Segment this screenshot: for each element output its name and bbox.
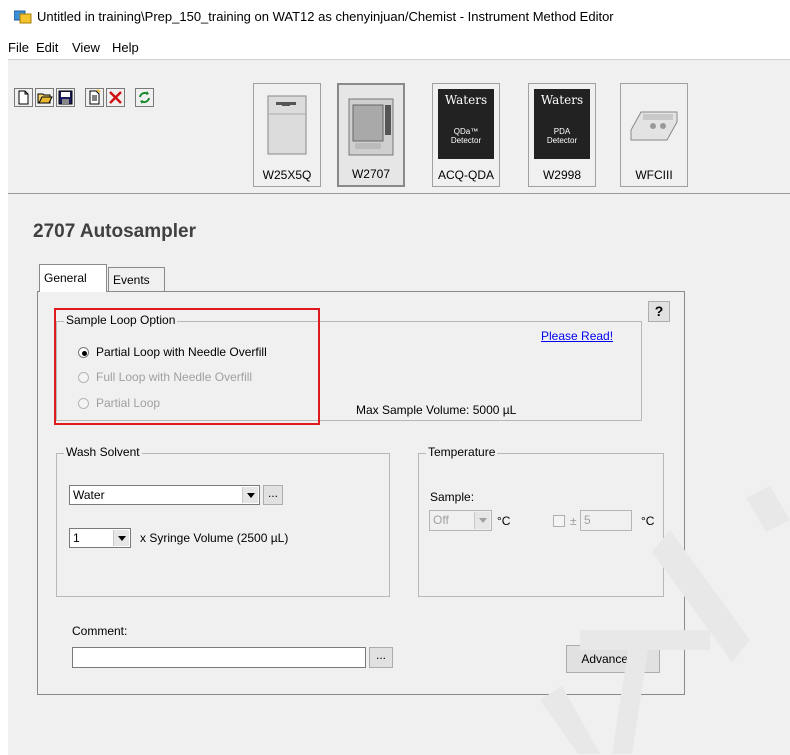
document-icon[interactable]	[85, 88, 104, 107]
comment-input[interactable]	[72, 647, 366, 668]
instrument-label: W25X5Q	[262, 168, 312, 182]
instrument-wfciii[interactable]: WFCIII	[620, 83, 688, 187]
detector-caption-1: PDA	[553, 127, 571, 136]
wash-solvent-select[interactable]: Water	[69, 485, 260, 505]
instrument-w2998[interactable]: Waters PDA Detector W2998	[528, 83, 596, 187]
instrument-label: W2707	[351, 167, 391, 181]
menu-view[interactable]: View	[72, 40, 100, 55]
waters-logo: Waters	[540, 93, 584, 107]
instrument-label: W2998	[542, 168, 582, 182]
instrument-w25x5q[interactable]: W25X5Q	[253, 83, 321, 187]
comment-label: Comment:	[72, 624, 128, 638]
detector-caption-2: Detector	[450, 136, 482, 145]
please-read-link[interactable]: Please Read!	[541, 329, 613, 343]
menu-file[interactable]: File	[8, 40, 29, 55]
app-icon	[13, 10, 32, 24]
pda-detector-image: Waters PDA Detector	[534, 89, 590, 159]
wash-solvent-legend: Wash Solvent	[64, 445, 142, 459]
help-button[interactable]: ?	[648, 301, 670, 322]
tolerance-checkbox[interactable]	[553, 515, 565, 527]
comment-browse-button[interactable]: ...	[369, 647, 393, 668]
temperature-legend: Temperature	[426, 445, 498, 459]
pump-image	[262, 90, 312, 158]
instrument-w2707[interactable]: W2707	[337, 83, 405, 187]
syringe-volume-label: x Syringe Volume (2500 µL)	[140, 531, 289, 545]
menu-edit[interactable]: Edit	[36, 40, 58, 55]
chevron-down-icon[interactable]	[242, 487, 258, 503]
instrument-label: WFCIII	[635, 168, 673, 182]
sample-temperature-value: Off	[433, 513, 449, 527]
advanced-button[interactable]: Advanced...	[566, 645, 660, 673]
wash-solvent-group	[56, 453, 390, 597]
syringe-multiplier-value: 1	[73, 531, 80, 545]
temperature-unit: °C	[497, 514, 511, 528]
fraction-collector-image	[629, 90, 679, 158]
refresh-icon[interactable]	[135, 88, 154, 107]
qda-detector-image: Waters QDa™ Detector	[438, 89, 494, 159]
tolerance-input[interactable]: 5	[580, 510, 632, 531]
sample-temperature-select[interactable]: Off	[429, 510, 492, 531]
tab-events[interactable]: Events	[108, 267, 165, 291]
wash-solvent-browse-button[interactable]: ...	[263, 485, 283, 505]
window-title: Untitled in training\Prep_150_training o…	[37, 9, 614, 24]
waters-logo: Waters	[444, 93, 488, 107]
tolerance-unit: °C	[641, 514, 655, 528]
chevron-down-icon[interactable]	[474, 512, 490, 529]
tab-general[interactable]: General	[39, 264, 107, 292]
syringe-multiplier-select[interactable]: 1	[69, 528, 131, 548]
delete-icon[interactable]	[106, 88, 125, 107]
tolerance-prefix: ±	[570, 514, 577, 528]
wash-solvent-value: Water	[73, 488, 105, 502]
detector-caption-1: QDa™	[453, 127, 479, 136]
detector-caption-2: Detector	[546, 136, 578, 145]
chevron-down-icon[interactable]	[113, 530, 129, 546]
page-title: 2707 Autosampler	[33, 221, 196, 242]
menu-help[interactable]: Help	[112, 40, 139, 55]
new-icon[interactable]	[14, 88, 33, 107]
save-icon[interactable]	[56, 88, 75, 107]
instrument-label: ACQ-QDA	[437, 168, 494, 182]
highlight-box	[54, 308, 320, 425]
open-icon[interactable]	[35, 88, 54, 107]
max-sample-volume: Max Sample Volume: 5000 µL	[356, 403, 517, 417]
autosampler-image	[347, 91, 397, 159]
sample-temperature-label: Sample:	[430, 490, 475, 504]
tolerance-value: 5	[584, 513, 591, 527]
instrument-acq-qda[interactable]: Waters QDa™ Detector ACQ-QDA	[432, 83, 500, 187]
